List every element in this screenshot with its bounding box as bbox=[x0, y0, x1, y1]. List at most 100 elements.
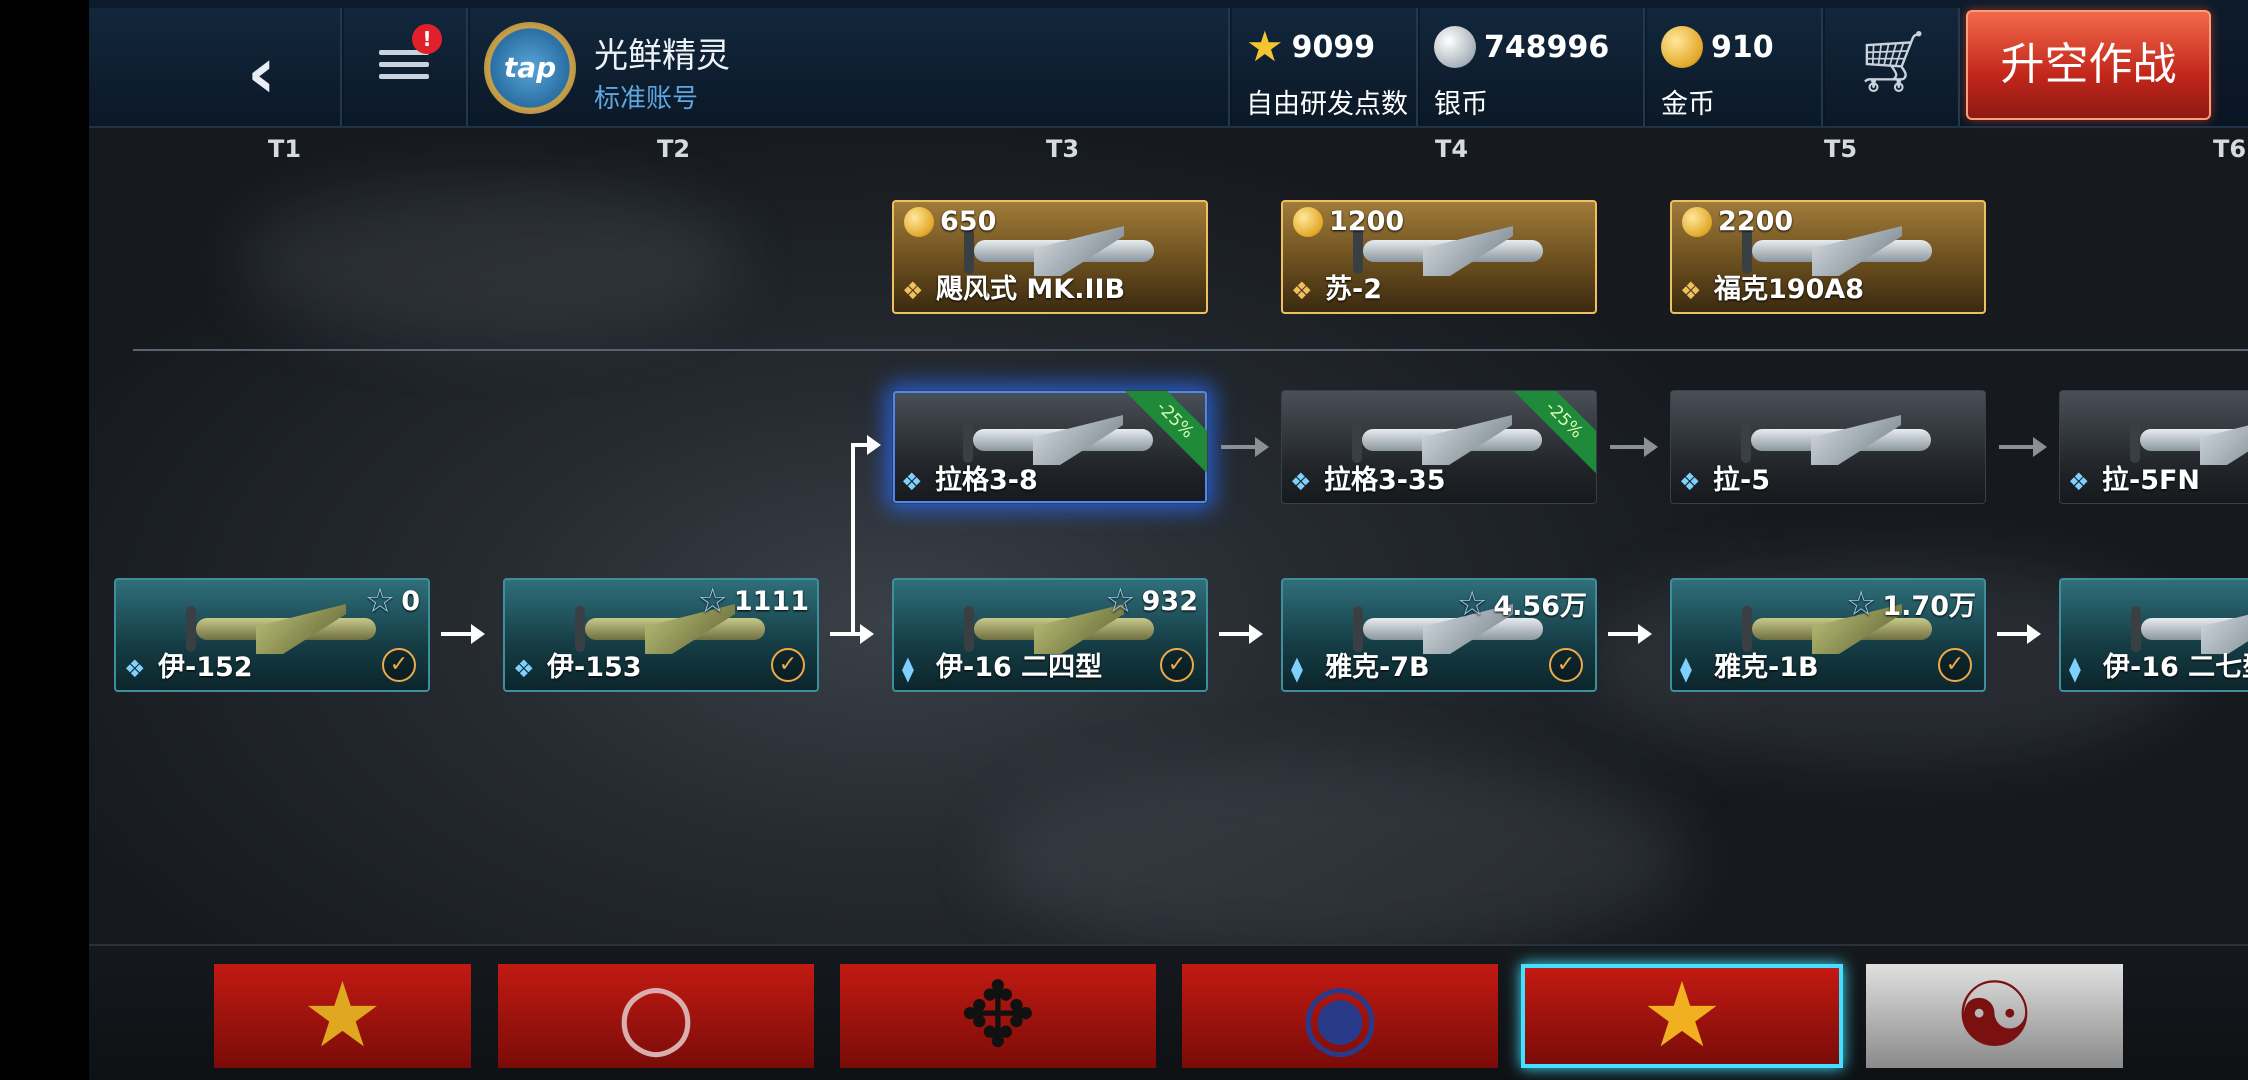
attacker-type-icon: ⧫ bbox=[902, 655, 914, 683]
aircraft-name: 伊-16 二四型 bbox=[936, 652, 1103, 683]
cloud bbox=[989, 760, 1689, 960]
aircraft-name: 苏-2 bbox=[1325, 274, 1382, 305]
aircraft-card-selected[interactable]: -25% ❖ 拉格3-8 bbox=[892, 390, 1208, 504]
attacker-type-icon: ⧫ bbox=[1680, 655, 1692, 683]
tree-arrow bbox=[1999, 437, 2047, 457]
researched-check-icon: ✓ bbox=[382, 648, 416, 682]
research-points: 0 bbox=[401, 585, 420, 617]
back-button[interactable]: ‹ bbox=[89, 8, 342, 126]
branch-arrow bbox=[851, 435, 881, 455]
research-points: 4.56万 bbox=[1493, 591, 1587, 622]
fighter-type-icon: ❖ bbox=[1679, 468, 1701, 496]
tree-arrow bbox=[1610, 437, 1658, 457]
aircraft-card[interactable]: ☆ 0 ❖ 伊-152 ✓ bbox=[114, 578, 430, 692]
attacker-type-icon: ⧫ bbox=[1291, 655, 1303, 683]
bear-star-emblem-icon: ★ bbox=[1641, 964, 1723, 1068]
nation-tab-china[interactable]: ★ bbox=[214, 964, 471, 1068]
research-star-icon: ☆ bbox=[1845, 583, 1877, 624]
gold-coin-icon bbox=[1682, 206, 1712, 237]
aircraft-card[interactable]: ☆ 4.56万 ⧫ 雅克-7B ✓ bbox=[1281, 578, 1597, 692]
research-star-icon: ☆ bbox=[697, 581, 728, 621]
fighter-type-icon: ❖ bbox=[901, 468, 923, 496]
aircraft-name: 拉格3-8 bbox=[935, 465, 1038, 496]
gold-label: 金币 bbox=[1661, 89, 1715, 120]
launch-battle-button[interactable]: 升空作战 bbox=[1966, 10, 2211, 120]
aircraft-card[interactable]: ❖ 拉-5FN bbox=[2059, 390, 2248, 504]
tree-arrow bbox=[1221, 437, 1269, 457]
researched-check-icon: ✓ bbox=[1160, 648, 1194, 682]
research-points: 1111 bbox=[733, 585, 809, 617]
tier-label: T4 bbox=[1435, 135, 1469, 163]
cloud bbox=[239, 180, 739, 340]
aircraft-name: 雅克-1B bbox=[1714, 652, 1819, 683]
tomoe-emblem-icon: ☯ bbox=[1954, 964, 2035, 1068]
lion-emblem-icon: ○ bbox=[616, 964, 696, 1068]
aircraft-card[interactable]: -25% ❖ 拉格3-35 bbox=[1281, 390, 1597, 504]
aircraft-name: 伊-152 bbox=[158, 652, 253, 683]
fighter-type-icon: ❖ bbox=[513, 655, 535, 683]
star-emblem-icon: ★ bbox=[302, 964, 383, 1068]
price: 650 bbox=[940, 206, 997, 237]
aircraft-name: 伊-16 二七型 bbox=[2103, 652, 2248, 683]
gold-value: 910 bbox=[1711, 29, 1774, 65]
free-rp-display: ★ 9099 自由研发点数 bbox=[1232, 8, 1418, 126]
research-points: 932 bbox=[1141, 585, 1198, 617]
top-bar: ‹ ! tap 光鲜精灵 标准账号 ★ 9099 自由研发点数 748996 银币… bbox=[89, 0, 2248, 128]
premium-icon: ❖ bbox=[902, 277, 924, 305]
roundel-emblem-icon: ◉ bbox=[1300, 964, 1380, 1068]
tier-label: T6 bbox=[2213, 135, 2247, 163]
nation-selector: ★ ○ ✥ ◉ ★ ☯ bbox=[89, 944, 2248, 1080]
tier-label: T5 bbox=[1824, 135, 1858, 163]
gold-coin-icon bbox=[1661, 26, 1703, 68]
game-screen: ‹ ! tap 光鲜精灵 标准账号 ★ 9099 自由研发点数 748996 银币… bbox=[89, 0, 2248, 1080]
researched-check-icon: ✓ bbox=[771, 648, 805, 682]
premium-aircraft-card[interactable]: 1200 ❖ 苏-2 bbox=[1281, 200, 1597, 314]
aircraft-name: 飓风式 MK.IIB bbox=[936, 274, 1126, 305]
branch-line bbox=[851, 445, 855, 635]
fighter-type-icon: ❖ bbox=[2068, 468, 2090, 496]
tree-arrow bbox=[1997, 624, 2041, 644]
player-name: 光鲜精灵 bbox=[594, 36, 730, 76]
premium-aircraft-card[interactable]: 2200 ❖ 福克190A8 bbox=[1670, 200, 1986, 314]
notification-badge: ! bbox=[412, 24, 442, 54]
premium-icon: ❖ bbox=[1291, 277, 1313, 305]
research-points: 1.70万 bbox=[1882, 591, 1976, 622]
account-type: 标准账号 bbox=[594, 84, 699, 114]
back-arrow-icon: ‹ bbox=[247, 32, 276, 114]
aircraft-card[interactable]: ☆ 1.70万 ⧫ 雅克-1B ✓ bbox=[1670, 578, 1986, 692]
research-star-icon: ☆ bbox=[1105, 581, 1136, 621]
tier-label: T3 bbox=[1046, 135, 1080, 163]
aircraft-name: 拉-5 bbox=[1713, 465, 1770, 496]
aircraft-name: 伊-153 bbox=[547, 652, 642, 683]
menu-button[interactable]: ! bbox=[344, 8, 468, 126]
price: 1200 bbox=[1329, 206, 1405, 237]
free-rp-label: 自由研发点数 bbox=[1246, 89, 1408, 120]
tier-label: T2 bbox=[657, 135, 691, 163]
aircraft-card[interactable]: ☆ 932 ⧫ 伊-16 二四型 ✓ bbox=[892, 578, 1208, 692]
attacker-type-icon: ⧫ bbox=[2069, 655, 2081, 683]
nation-tab-usa[interactable]: ◉ bbox=[1182, 964, 1498, 1068]
free-rp-value: 9099 bbox=[1291, 29, 1376, 65]
aircraft-name: 拉格3-35 bbox=[1324, 465, 1446, 496]
cross-arrows-emblem-icon: ✥ bbox=[960, 964, 1036, 1068]
aircraft-card[interactable]: ❖ 拉-5 bbox=[1670, 390, 1986, 504]
researched-check-icon: ✓ bbox=[1549, 648, 1583, 682]
research-star-icon: ☆ bbox=[1456, 583, 1488, 624]
shop-button[interactable]: 🛒︎ bbox=[1825, 8, 1960, 126]
aircraft-card[interactable]: ☆ 1111 ❖ 伊-153 ✓ bbox=[503, 578, 819, 692]
nation-tab-japan[interactable]: ☯ bbox=[1866, 964, 2123, 1068]
tree-arrow bbox=[830, 624, 874, 644]
aircraft-card[interactable]: ⧫ 伊-16 二七型 bbox=[2059, 578, 2248, 692]
price: 2200 bbox=[1718, 206, 1794, 237]
nation-tab-germany[interactable]: ✥ bbox=[840, 964, 1156, 1068]
premium-aircraft-card[interactable]: 650 ❖ 飓风式 MK.IIB bbox=[892, 200, 1208, 314]
cart-icon: 🛒︎ bbox=[1855, 27, 1932, 97]
menu-icon bbox=[379, 50, 429, 90]
aircraft-name: 雅克-7B bbox=[1325, 652, 1430, 683]
nation-tab-ussr[interactable]: ★ bbox=[1521, 964, 1843, 1068]
gold-display: 910 金币 bbox=[1647, 8, 1823, 126]
aircraft-name: 福克190A8 bbox=[1714, 274, 1865, 305]
player-profile[interactable]: tap 光鲜精灵 标准账号 bbox=[470, 8, 1230, 126]
nation-tab-britain[interactable]: ○ bbox=[498, 964, 814, 1068]
tree-arrow bbox=[1219, 624, 1263, 644]
